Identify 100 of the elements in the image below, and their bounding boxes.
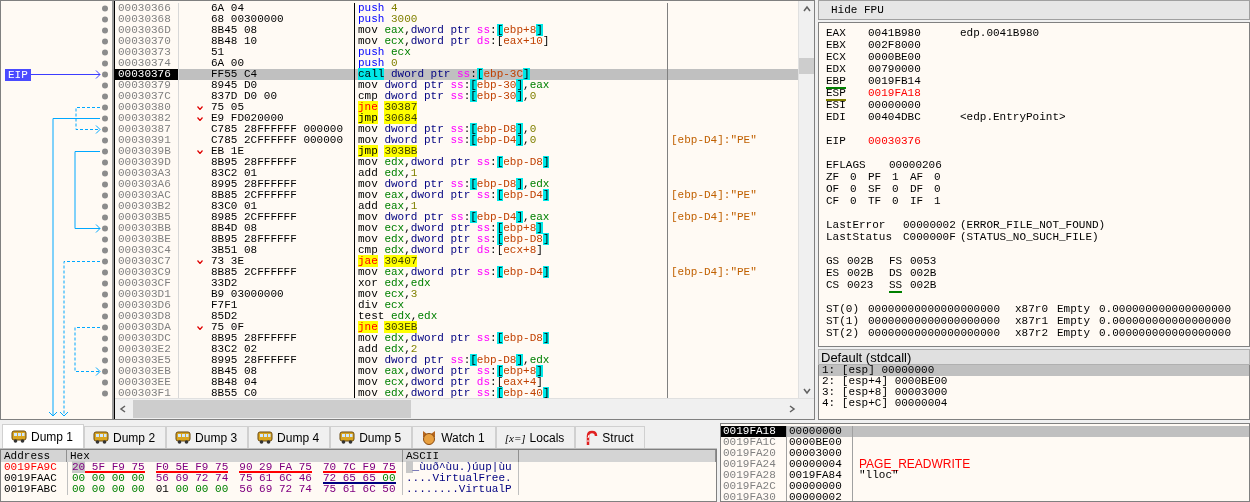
register-value[interactable]: 0023 [847, 279, 889, 291]
register-value[interactable]: 0019FA18 [868, 87, 960, 99]
breakpoint-dot[interactable] [102, 137, 108, 144]
instruction-row[interactable]: 00030373 51 push ecx [115, 47, 798, 58]
breakpoint-dot[interactable] [102, 60, 108, 67]
register-value[interactable]: 002B [847, 267, 889, 279]
scroll-up-icon[interactable] [801, 3, 812, 14]
instruction-row[interactable]: 00030382 E9 FD020000 jmp 30684 [115, 113, 798, 124]
dump-tab[interactable]: Dump 3 [166, 426, 249, 448]
dump-tab[interactable]: Dump 1 [2, 424, 85, 448]
breakpoint-dot[interactable] [102, 335, 108, 342]
argument-row[interactable]: 2: [esp+4] 0000BE00 [819, 376, 1249, 387]
breakpoint-dot[interactable] [102, 192, 108, 199]
dump-tab[interactable]: Dump 2 [84, 426, 167, 448]
column-header[interactable]: Address [1, 450, 67, 462]
breakpoint-dot[interactable] [102, 181, 108, 188]
breakpoint-dot[interactable] [102, 82, 108, 89]
argument-row[interactable]: 4: [esp+C] 00000004 [819, 398, 1249, 409]
breakpoint-dot[interactable] [102, 148, 108, 155]
instruction-row[interactable]: 000303EB 8B45 08 mov eax,dword ptr ss:[ebp+8] [115, 366, 798, 377]
breakpoint-dot[interactable] [102, 225, 108, 232]
instruction-row[interactable]: 000303DA 75 0F jne 303EB [115, 322, 798, 333]
register-value[interactable]: 002B [910, 279, 952, 291]
register-value[interactable]: 002B [847, 255, 889, 267]
breakpoint-dot[interactable] [102, 16, 108, 23]
dump-tab[interactable]: [x=] Locals [495, 426, 576, 448]
register-value[interactable]: 0041B980 [868, 27, 960, 39]
instruction-row[interactable]: 000303BE 8B95 28FFFFFF mov edx,dword ptr ss:[ebp-D8] [115, 234, 798, 245]
register-value[interactable]: 00404DBC [868, 111, 960, 123]
breakpoint-dot[interactable] [102, 71, 108, 78]
flag-value[interactable]: 1 [892, 171, 910, 183]
scrollbar-thumb[interactable] [799, 58, 814, 74]
instruction-row[interactable]: 0003039D 8B95 28FFFFFF mov edx,dword ptr ss:[ebp-D8] [115, 157, 798, 168]
argument-row[interactable]: 1: [esp] 00000000 [819, 365, 1249, 376]
instruction-row[interactable]: 0003036D 8B45 08 mov eax,dword ptr ss:[ebp+8] [115, 25, 798, 36]
breakpoint-dot[interactable] [102, 236, 108, 243]
flag-value[interactable]: 1 [934, 195, 952, 207]
instruction-row[interactable]: 000303CF 33D2 xor edx,edx [115, 278, 798, 289]
breakpoint-dot[interactable] [102, 368, 108, 375]
column-header[interactable]: ASCII [403, 450, 519, 462]
breakpoint-dot[interactable] [102, 93, 108, 100]
register-value[interactable]: 00000000000000000000 [868, 315, 1015, 327]
register-value[interactable]: 002F8000 [868, 39, 960, 51]
register-value[interactable]: 00000002 [903, 219, 960, 231]
breakpoint-dot[interactable] [102, 5, 108, 12]
breakpoint-dot[interactable] [102, 280, 108, 287]
register-value[interactable]: 00000206 [889, 159, 942, 171]
breakpoint-dot[interactable] [102, 324, 108, 331]
instruction-row[interactable]: 000303D6 F7F1 div ecx [115, 300, 798, 311]
flag-value[interactable]: 0 [934, 171, 952, 183]
register-value[interactable]: 00000000000000000000 [868, 303, 1015, 315]
hide-fpu-button[interactable]: Hide FPU [818, 0, 1250, 20]
breakpoint-dot[interactable] [102, 27, 108, 34]
breakpoint-dot[interactable] [102, 313, 108, 320]
breakpoint-dot[interactable] [102, 104, 108, 111]
horizontal-scrollbar[interactable] [115, 398, 814, 419]
register-value[interactable]: 00030376 [868, 135, 960, 147]
scroll-left-icon[interactable] [117, 404, 128, 414]
breakpoint-dot[interactable] [102, 170, 108, 177]
instruction-row[interactable]: 00030370 8B48 10 mov ecx,dword ptr ds:[eax+10] [115, 36, 798, 47]
breakpoint-dot[interactable] [102, 302, 108, 309]
instruction-row[interactable]: 00030366 6A 04 push 4 [115, 3, 798, 14]
breakpoint-dot[interactable] [102, 291, 108, 298]
instruction-row[interactable]: 000303A6 8995 28FFFFFF mov dword ptr ss:[ebp-D8],edx [115, 179, 798, 190]
column-header[interactable]: Hex [67, 450, 403, 462]
instruction-row[interactable]: 000303D1 B9 03000000 mov ecx,3 [115, 289, 798, 300]
breakpoint-dot[interactable] [102, 247, 108, 254]
register-value[interactable]: 0000BE00 [868, 51, 960, 63]
register-value[interactable]: 002B [910, 267, 952, 279]
breakpoint-dot[interactable] [102, 203, 108, 210]
register-value[interactable]: C000000F [903, 231, 960, 243]
dump-tab[interactable]: Dump 4 [248, 426, 331, 448]
register-value[interactable]: 00000000000000000000 [868, 327, 1015, 339]
instruction-row[interactable]: 00030376 FF55 C4 call dword ptr ss:[ebp-3C] [115, 69, 798, 80]
breakpoint-dot[interactable] [102, 49, 108, 56]
breakpoint-dot[interactable] [102, 346, 108, 353]
breakpoint-dot[interactable] [102, 379, 108, 386]
flag-value[interactable]: 0 [934, 183, 952, 195]
instruction-row[interactable]: 000303DC 8B95 28FFFFFF mov edx,dword ptr ss:[ebp-D8] [115, 333, 798, 344]
breakpoint-dot[interactable] [102, 269, 108, 276]
breakpoint-dot[interactable] [102, 115, 108, 122]
flag-value[interactable]: 0 [850, 183, 868, 195]
breakpoint-dot[interactable] [102, 126, 108, 133]
dump-tab[interactable]: Struct [575, 426, 645, 448]
scrollbar-thumb[interactable] [133, 400, 411, 418]
register-value[interactable]: 0019FB14 [868, 75, 960, 87]
breakpoint-dot[interactable] [102, 159, 108, 166]
flag-value[interactable]: 0 [850, 195, 868, 207]
breakpoint-dot[interactable] [102, 214, 108, 221]
breakpoint-dot[interactable] [102, 357, 108, 364]
breakpoint-dot[interactable] [102, 38, 108, 45]
dump-tab[interactable]: Watch 1 [412, 426, 496, 448]
register-value[interactable]: 00000000 [868, 99, 960, 111]
breakpoint-dot[interactable] [102, 258, 108, 265]
flag-value[interactable]: 0 [892, 195, 910, 207]
register-value[interactable]: 00790000 [868, 63, 960, 75]
instruction-row[interactable]: 000303C7 73 3E jae 30407 [115, 256, 798, 267]
flag-value[interactable]: 0 [850, 171, 868, 183]
register-value[interactable]: 0053 [910, 255, 952, 267]
flag-value[interactable]: 0 [892, 183, 910, 195]
